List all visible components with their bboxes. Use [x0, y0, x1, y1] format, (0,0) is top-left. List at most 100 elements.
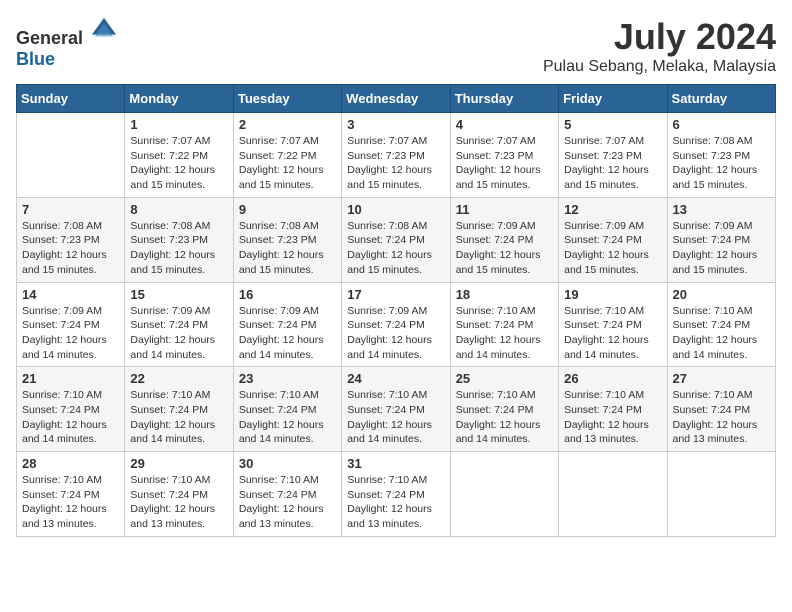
day-number: 12	[564, 202, 661, 217]
sunrise-text: Sunrise: 7:09 AM	[564, 220, 644, 232]
sunset-text: Sunset: 7:24 PM	[22, 489, 100, 501]
day-info: Sunrise: 7:10 AM Sunset: 7:24 PM Dayligh…	[130, 473, 227, 532]
day-info: Sunrise: 7:07 AM Sunset: 7:23 PM Dayligh…	[456, 134, 553, 193]
day-info: Sunrise: 7:10 AM Sunset: 7:24 PM Dayligh…	[564, 388, 661, 447]
sunset-text: Sunset: 7:24 PM	[22, 319, 100, 331]
day-info: Sunrise: 7:10 AM Sunset: 7:24 PM Dayligh…	[22, 473, 119, 532]
calendar-table: SundayMondayTuesdayWednesdayThursdayFrid…	[16, 84, 776, 537]
calendar-day-cell: 30 Sunrise: 7:10 AM Sunset: 7:24 PM Dayl…	[233, 452, 341, 537]
day-info: Sunrise: 7:09 AM Sunset: 7:24 PM Dayligh…	[347, 304, 444, 363]
day-number: 20	[673, 287, 770, 302]
day-info: Sunrise: 7:08 AM Sunset: 7:24 PM Dayligh…	[347, 219, 444, 278]
calendar-day-cell: 3 Sunrise: 7:07 AM Sunset: 7:23 PM Dayli…	[342, 113, 450, 198]
daylight-text: Daylight: 12 hours and 14 minutes.	[130, 419, 215, 446]
sunset-text: Sunset: 7:24 PM	[130, 489, 208, 501]
sunrise-text: Sunrise: 7:08 AM	[22, 220, 102, 232]
daylight-text: Daylight: 12 hours and 15 minutes.	[239, 249, 324, 276]
calendar-day-cell: 1 Sunrise: 7:07 AM Sunset: 7:22 PM Dayli…	[125, 113, 233, 198]
calendar-day-cell: 21 Sunrise: 7:10 AM Sunset: 7:24 PM Dayl…	[17, 367, 125, 452]
logo-blue: Blue	[16, 49, 55, 69]
daylight-text: Daylight: 12 hours and 15 minutes.	[673, 164, 758, 191]
day-number: 7	[22, 202, 119, 217]
day-of-week-header: Saturday	[667, 85, 775, 113]
day-info: Sunrise: 7:10 AM Sunset: 7:24 PM Dayligh…	[239, 473, 336, 532]
sunrise-text: Sunrise: 7:08 AM	[130, 220, 210, 232]
sunrise-text: Sunrise: 7:10 AM	[22, 474, 102, 486]
calendar-week-row: 7 Sunrise: 7:08 AM Sunset: 7:23 PM Dayli…	[17, 197, 776, 282]
day-info: Sunrise: 7:09 AM Sunset: 7:24 PM Dayligh…	[456, 219, 553, 278]
day-of-week-header: Tuesday	[233, 85, 341, 113]
sunrise-text: Sunrise: 7:10 AM	[456, 389, 536, 401]
sunrise-text: Sunrise: 7:10 AM	[130, 389, 210, 401]
daylight-text: Daylight: 12 hours and 15 minutes.	[347, 164, 432, 191]
logo-general: General	[16, 28, 83, 48]
sunrise-text: Sunrise: 7:08 AM	[239, 220, 319, 232]
sunset-text: Sunset: 7:24 PM	[130, 404, 208, 416]
title-area: July 2024 Pulau Sebang, Melaka, Malaysia	[543, 16, 776, 76]
daylight-text: Daylight: 12 hours and 14 minutes.	[239, 334, 324, 361]
sunset-text: Sunset: 7:24 PM	[564, 234, 642, 246]
sunrise-text: Sunrise: 7:10 AM	[564, 389, 644, 401]
sunrise-text: Sunrise: 7:10 AM	[130, 474, 210, 486]
day-number: 10	[347, 202, 444, 217]
daylight-text: Daylight: 12 hours and 14 minutes.	[22, 419, 107, 446]
calendar-day-cell: 31 Sunrise: 7:10 AM Sunset: 7:24 PM Dayl…	[342, 452, 450, 537]
calendar-day-cell: 27 Sunrise: 7:10 AM Sunset: 7:24 PM Dayl…	[667, 367, 775, 452]
sunset-text: Sunset: 7:24 PM	[239, 319, 317, 331]
day-number: 11	[456, 202, 553, 217]
day-number: 22	[130, 371, 227, 386]
calendar-day-cell: 25 Sunrise: 7:10 AM Sunset: 7:24 PM Dayl…	[450, 367, 558, 452]
page-header: General Blue July 2024 Pulau Sebang, Mel…	[16, 16, 776, 76]
daylight-text: Daylight: 12 hours and 15 minutes.	[456, 249, 541, 276]
day-info: Sunrise: 7:07 AM Sunset: 7:23 PM Dayligh…	[347, 134, 444, 193]
sunset-text: Sunset: 7:24 PM	[239, 489, 317, 501]
day-number: 6	[673, 117, 770, 132]
calendar-day-cell: 7 Sunrise: 7:08 AM Sunset: 7:23 PM Dayli…	[17, 197, 125, 282]
calendar-day-cell: 28 Sunrise: 7:10 AM Sunset: 7:24 PM Dayl…	[17, 452, 125, 537]
calendar-header-row: SundayMondayTuesdayWednesdayThursdayFrid…	[17, 85, 776, 113]
day-info: Sunrise: 7:08 AM Sunset: 7:23 PM Dayligh…	[130, 219, 227, 278]
sunset-text: Sunset: 7:22 PM	[130, 150, 208, 162]
daylight-text: Daylight: 12 hours and 14 minutes.	[456, 334, 541, 361]
sunrise-text: Sunrise: 7:10 AM	[239, 474, 319, 486]
day-number: 29	[130, 456, 227, 471]
calendar-day-cell: 20 Sunrise: 7:10 AM Sunset: 7:24 PM Dayl…	[667, 282, 775, 367]
calendar-day-cell	[450, 452, 558, 537]
sunrise-text: Sunrise: 7:09 AM	[347, 305, 427, 317]
day-info: Sunrise: 7:08 AM Sunset: 7:23 PM Dayligh…	[239, 219, 336, 278]
sunrise-text: Sunrise: 7:07 AM	[564, 135, 644, 147]
sunrise-text: Sunrise: 7:10 AM	[22, 389, 102, 401]
calendar-day-cell: 12 Sunrise: 7:09 AM Sunset: 7:24 PM Dayl…	[559, 197, 667, 282]
day-number: 13	[673, 202, 770, 217]
sunrise-text: Sunrise: 7:10 AM	[456, 305, 536, 317]
day-number: 24	[347, 371, 444, 386]
calendar-day-cell: 14 Sunrise: 7:09 AM Sunset: 7:24 PM Dayl…	[17, 282, 125, 367]
day-info: Sunrise: 7:10 AM Sunset: 7:24 PM Dayligh…	[456, 388, 553, 447]
sunrise-text: Sunrise: 7:07 AM	[239, 135, 319, 147]
calendar-day-cell	[667, 452, 775, 537]
daylight-text: Daylight: 12 hours and 14 minutes.	[564, 334, 649, 361]
day-number: 30	[239, 456, 336, 471]
sunrise-text: Sunrise: 7:09 AM	[456, 220, 536, 232]
calendar-day-cell: 24 Sunrise: 7:10 AM Sunset: 7:24 PM Dayl…	[342, 367, 450, 452]
sunrise-text: Sunrise: 7:10 AM	[673, 389, 753, 401]
daylight-text: Daylight: 12 hours and 15 minutes.	[564, 164, 649, 191]
sunrise-text: Sunrise: 7:10 AM	[239, 389, 319, 401]
day-number: 3	[347, 117, 444, 132]
daylight-text: Daylight: 12 hours and 14 minutes.	[456, 419, 541, 446]
calendar-day-cell: 15 Sunrise: 7:09 AM Sunset: 7:24 PM Dayl…	[125, 282, 233, 367]
sunrise-text: Sunrise: 7:09 AM	[130, 305, 210, 317]
calendar-day-cell: 8 Sunrise: 7:08 AM Sunset: 7:23 PM Dayli…	[125, 197, 233, 282]
daylight-text: Daylight: 12 hours and 13 minutes.	[564, 419, 649, 446]
daylight-text: Daylight: 12 hours and 13 minutes.	[130, 503, 215, 530]
sunset-text: Sunset: 7:23 PM	[564, 150, 642, 162]
sunset-text: Sunset: 7:24 PM	[673, 319, 751, 331]
day-number: 28	[22, 456, 119, 471]
daylight-text: Daylight: 12 hours and 14 minutes.	[347, 419, 432, 446]
sunset-text: Sunset: 7:24 PM	[347, 489, 425, 501]
day-number: 9	[239, 202, 336, 217]
daylight-text: Daylight: 12 hours and 15 minutes.	[347, 249, 432, 276]
day-number: 1	[130, 117, 227, 132]
day-info: Sunrise: 7:09 AM Sunset: 7:24 PM Dayligh…	[239, 304, 336, 363]
day-number: 18	[456, 287, 553, 302]
